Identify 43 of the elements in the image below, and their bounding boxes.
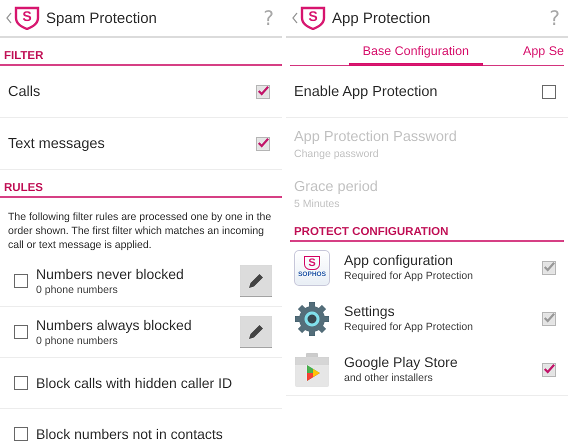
rule-detail: 0 phone numbers [36, 334, 119, 348]
screen-title: Spam Protection [46, 10, 158, 26]
section-heading: RULES [0, 170, 282, 198]
help-button[interactable]: ? [549, 6, 560, 30]
filter-label: Calls [8, 84, 40, 100]
setting-detail: 5 Minutes [294, 197, 341, 211]
setting-detail: Change password [294, 147, 380, 161]
checkbox[interactable] [14, 325, 28, 339]
app-detail: and other installers [344, 371, 434, 385]
shield-logo-icon: S [300, 6, 326, 30]
app-detail: Required for App Protection [344, 320, 474, 334]
shield-logo-icon: S [14, 6, 40, 30]
tab[interactable]: App Se [508, 44, 564, 66]
edit-button[interactable] [240, 265, 272, 297]
rule-label: Block numbers not in contacts [36, 426, 224, 442]
rules-description: The following filter rules are processed one by one in the order shown. The first filter which matches an incoming call or text message is applied. [7, 210, 272, 253]
app-name: Settings [344, 303, 396, 320]
checkbox[interactable] [14, 427, 28, 441]
checkbox[interactable] [542, 362, 556, 376]
checkbox[interactable] [14, 274, 28, 288]
app-name: App configuration [344, 252, 454, 269]
tab[interactable]: Base Configuration [348, 44, 483, 66]
checkbox[interactable] [256, 136, 270, 150]
rule-label: Block calls with hidden caller ID [36, 374, 234, 392]
back-chevron-icon[interactable] [6, 12, 12, 24]
checkbox[interactable] [256, 84, 270, 98]
app-detail: Required for App Protection [344, 269, 474, 283]
rule-detail: 0 phone numbers [36, 282, 119, 296]
help-button[interactable]: ? [263, 6, 274, 30]
section-heading: FILTER [0, 38, 282, 66]
checkbox[interactable] [542, 84, 556, 98]
setting-label: Enable App Protection [294, 84, 438, 100]
rule-label: Numbers always blocked [36, 316, 193, 334]
screen-title: App Protection [332, 10, 432, 26]
filter-label: Text messages [8, 136, 105, 152]
section-heading: PROTECT CONFIGURATION [290, 218, 564, 242]
app-name: Google Play Store [344, 354, 459, 371]
checkbox[interactable] [14, 376, 28, 390]
back-chevron-icon[interactable] [292, 12, 298, 24]
gear-icon [294, 300, 330, 336]
shopping-bag-icon [294, 352, 330, 388]
edit-button[interactable] [240, 316, 272, 348]
rule-label: Numbers never blocked [36, 266, 185, 282]
